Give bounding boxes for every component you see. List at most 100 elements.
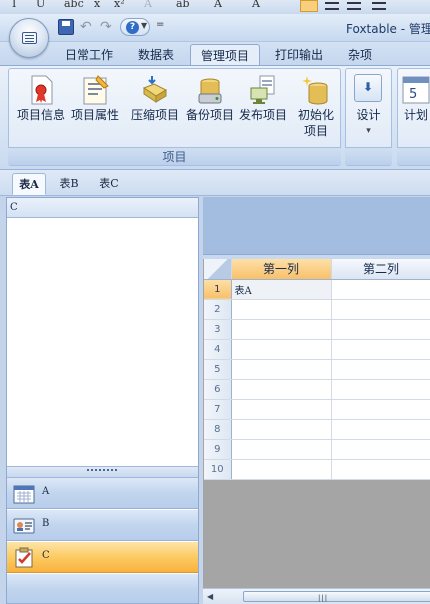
row-header[interactable]: 1 [204, 279, 232, 300]
row-header[interactable]: 6 [204, 379, 232, 400]
row-header[interactable]: 4 [204, 339, 232, 360]
column-header-2[interactable]: 第二列 [331, 259, 430, 280]
table-cell[interactable] [231, 379, 332, 400]
table-cell[interactable] [331, 399, 430, 420]
ribbon-group-plan-footer [397, 147, 430, 165]
align-left-button[interactable] [300, 0, 318, 12]
data-grid[interactable]: 第一列 第二列 1 表A 2 3 4 5 6 7 8 9 10 [204, 259, 430, 480]
table-cell[interactable] [331, 339, 430, 360]
project-info-button[interactable]: 项目信息 [14, 72, 68, 146]
publish-icon [250, 75, 275, 104]
format-toolbar: I U abc x x² A ab A A [0, 0, 430, 14]
nav-item-label: A [42, 486, 50, 497]
table-cell[interactable] [231, 339, 332, 360]
row-header[interactable]: 8 [204, 419, 232, 440]
table-cell[interactable] [231, 459, 332, 480]
help-icon: ? [126, 21, 139, 34]
customize-quick-access-button[interactable]: = [156, 19, 164, 30]
subscript-button[interactable]: x [94, 0, 100, 10]
align-center-button[interactable] [325, 2, 339, 10]
backup-project-label: 备份项目 [185, 108, 234, 122]
table-cell[interactable] [331, 319, 430, 340]
nav-item-label: B [42, 518, 50, 529]
sheet-tab-c[interactable]: 表C [92, 173, 126, 195]
undo-icon[interactable]: ↶ [80, 19, 96, 35]
tab-data-tables[interactable]: 数据表 [126, 44, 186, 66]
calendar-grid-icon [13, 485, 35, 504]
row-header[interactable]: 5 [204, 359, 232, 380]
sheet-tab-b[interactable]: 表B [52, 173, 86, 195]
help-button[interactable]: ? ▼ [120, 18, 150, 36]
row-header[interactable]: 3 [204, 319, 232, 340]
table-cell[interactable] [331, 419, 430, 440]
scroll-left-icon[interactable]: ◀ [207, 592, 213, 601]
italic-button[interactable]: I [12, 0, 16, 10]
scrollbar-thumb[interactable]: ||| [243, 591, 430, 602]
table-cell[interactable] [331, 299, 430, 320]
table-cell[interactable] [331, 359, 430, 380]
panel-splitter[interactable] [7, 466, 198, 478]
table-cell[interactable] [231, 319, 332, 340]
sheet-tab-a[interactable]: 表A [12, 173, 46, 195]
design-label: 设计 [356, 108, 381, 122]
publish-project-label: 发布项目 [238, 108, 287, 122]
certificate-icon [31, 75, 53, 105]
highlight-button[interactable]: ab [176, 0, 190, 10]
table-cell[interactable] [231, 299, 332, 320]
redo-icon[interactable]: ↷ [100, 19, 116, 35]
row-header[interactable]: 7 [204, 399, 232, 420]
compress-project-button[interactable]: 压缩项目 [128, 72, 182, 146]
svg-text:5: 5 [409, 87, 417, 102]
nav-overflow-bar[interactable] [7, 574, 198, 604]
ribbon-group-label: 项目 [8, 147, 341, 165]
nav-item-a[interactable]: A [7, 478, 198, 509]
save-icon[interactable] [58, 19, 74, 35]
nav-item-c[interactable]: C [7, 542, 198, 573]
project-props-button[interactable]: 项目属性 [68, 72, 122, 146]
backup-project-button[interactable]: 备份项目 [183, 72, 237, 146]
table-cell[interactable] [231, 419, 332, 440]
table-cell[interactable] [231, 359, 332, 380]
tab-daily-work[interactable]: 日常工作 [56, 44, 122, 66]
text-effect-button[interactable]: A [144, 0, 152, 10]
publish-project-button[interactable]: 发布项目 [236, 72, 290, 146]
underline-button[interactable]: U [36, 0, 45, 10]
calendar-icon: 5 [402, 76, 430, 104]
row-header[interactable]: 2 [204, 299, 232, 320]
table-cell[interactable] [231, 439, 332, 460]
init-project-label-1: 初始化 [297, 108, 334, 122]
superscript-button[interactable]: x² [114, 0, 125, 10]
grid-toolbar-area [203, 197, 430, 255]
properties-icon [83, 75, 109, 105]
grid-corner[interactable] [204, 259, 232, 280]
font-color-button[interactable]: A [214, 0, 222, 10]
plan-button[interactable]: 5 计划 [398, 72, 430, 146]
chevron-down-icon: ▼ [141, 21, 148, 30]
application-menu-button[interactable] [9, 18, 49, 58]
table-row: 4 [204, 339, 430, 360]
tab-print-output[interactable]: 打印输出 [266, 44, 332, 66]
justify-button[interactable] [372, 2, 386, 10]
table-cell[interactable] [231, 399, 332, 420]
row-header[interactable]: 10 [204, 459, 232, 480]
column-header-1[interactable]: 第一列 [231, 259, 332, 280]
align-right-button[interactable] [347, 2, 361, 10]
table-cell[interactable] [331, 379, 430, 400]
init-project-button[interactable]: 初始化 项目 [294, 72, 338, 142]
tab-manage-project[interactable]: 管理项目 [190, 44, 260, 66]
table-row: 6 [204, 379, 430, 400]
nav-item-b[interactable]: B [7, 510, 198, 541]
design-button[interactable]: ⬇ 设计 ▾ [347, 72, 390, 146]
table-cell[interactable]: 表A [231, 279, 332, 300]
table-row: 10 [204, 459, 430, 480]
backup-disk-icon [198, 78, 222, 104]
char-shading-button[interactable]: A [252, 0, 260, 10]
horizontal-scrollbar[interactable]: ◀ ||| [203, 588, 430, 604]
table-cell[interactable] [331, 439, 430, 460]
row-header[interactable]: 9 [204, 439, 232, 460]
table-row: 9 [204, 439, 430, 460]
table-cell[interactable] [331, 279, 430, 300]
table-cell[interactable] [331, 459, 430, 480]
tab-misc[interactable]: 杂项 [338, 44, 382, 66]
strikethrough-button[interactable]: abc [64, 0, 84, 10]
